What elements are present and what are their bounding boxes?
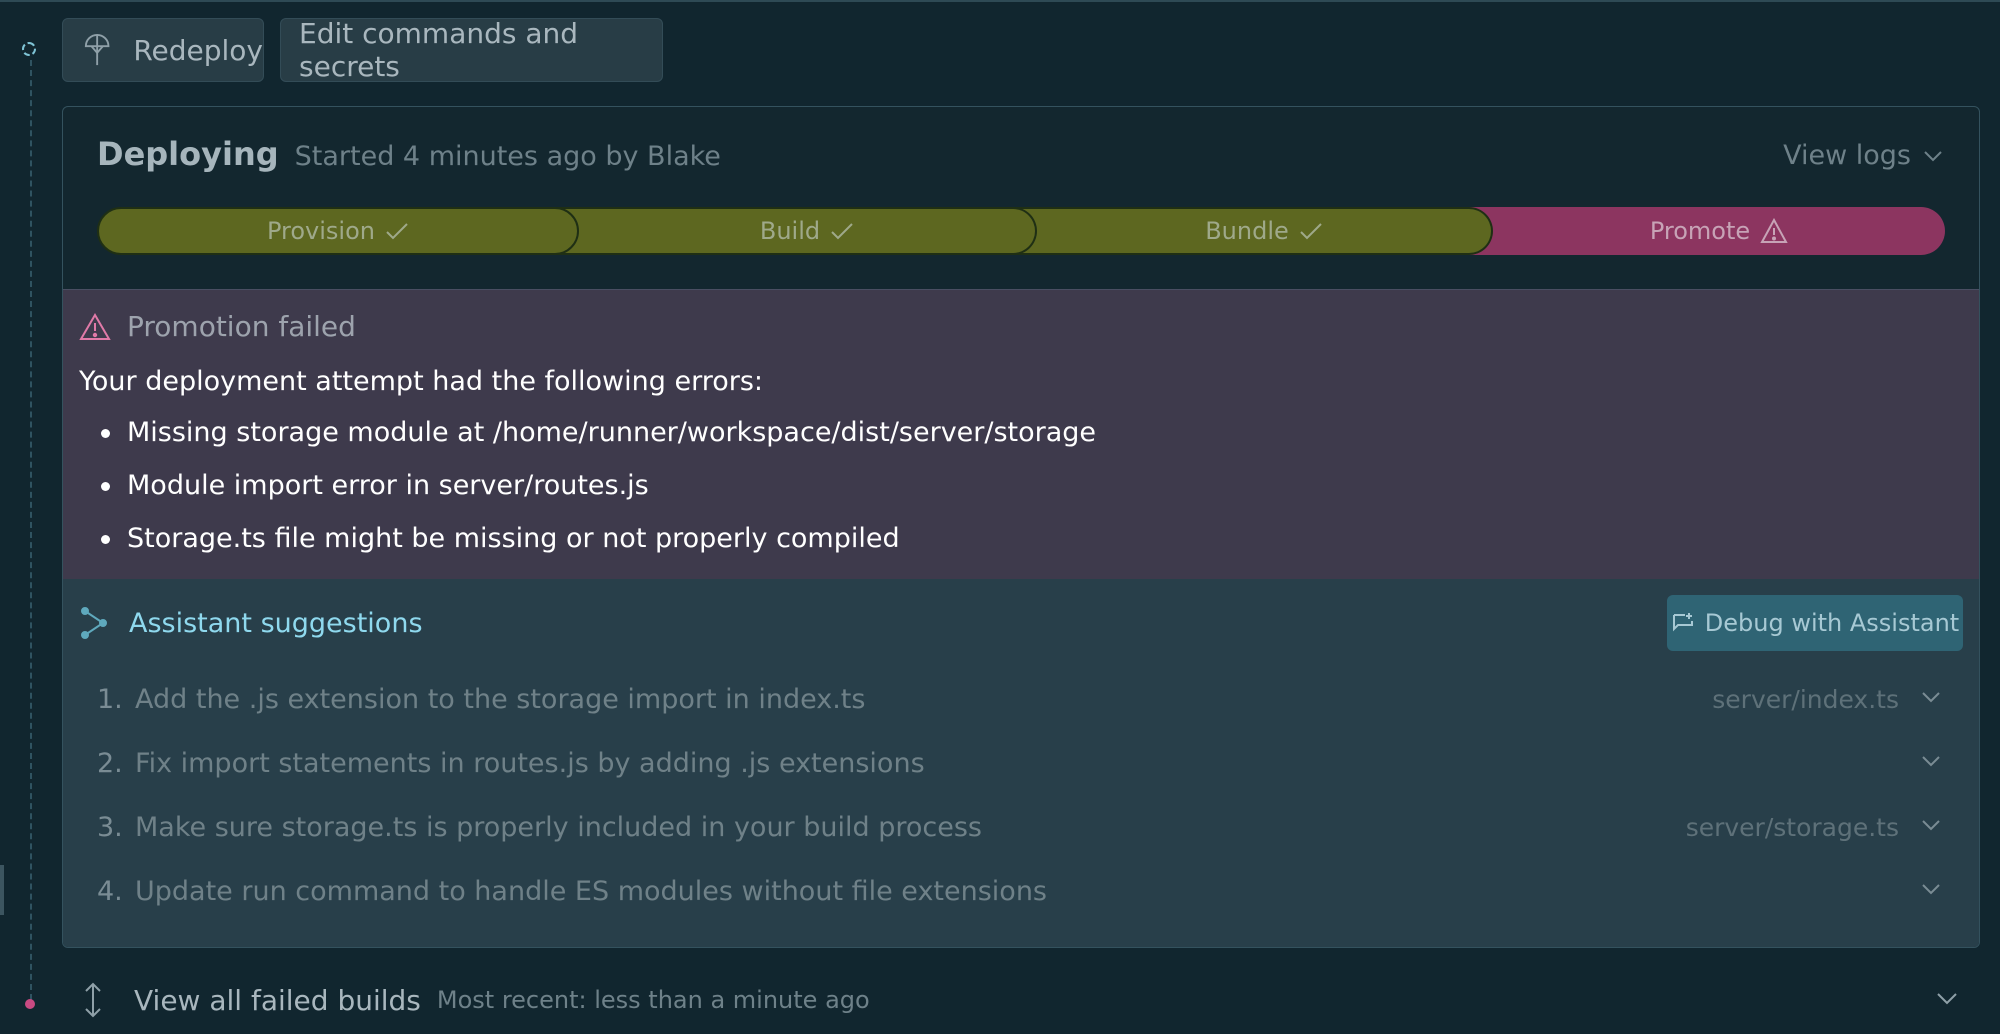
suggestion-list: 1. Add the .js extension to the storage … — [63, 667, 1979, 923]
assistant-header: Assistant suggestions — [81, 607, 423, 639]
error-item: Module import error in server/routes.js — [79, 467, 1096, 520]
deployment-status: Deploying — [97, 135, 279, 173]
timeline-pending-dot — [22, 42, 36, 56]
suggestion-text: Make sure storage.ts is properly include… — [135, 811, 982, 843]
assistant-suggestions-section: Assistant suggestions Debug with Assista… — [63, 579, 1979, 947]
assistant-icon — [81, 607, 107, 639]
failed-builds-title: View all failed builds — [134, 983, 421, 1017]
timeline-failed-dot — [25, 999, 35, 1009]
check-icon — [386, 223, 408, 240]
chevron-down-icon[interactable] — [1921, 819, 1941, 831]
debug-label: Debug with Assistant — [1704, 609, 1960, 637]
suggestion-number: 2. — [97, 747, 123, 779]
view-logs-label: View logs — [1783, 140, 1911, 171]
warning-icon — [79, 312, 111, 340]
suggestion-number: 3. — [97, 811, 123, 843]
suggestion-row[interactable]: 2. Fix import statements in routes.js by… — [63, 731, 1979, 795]
stage-label: Provision — [266, 217, 375, 245]
warning-icon — [1760, 218, 1788, 243]
edit-commands-button[interactable]: Edit commands and secrets — [280, 17, 663, 83]
left-scroll-indicator — [0, 865, 4, 915]
suggestion-text: Update run command to handle ES modules … — [135, 875, 1048, 907]
suggestion-file: server/index.ts — [1712, 684, 1899, 714]
view-logs-toggle[interactable]: View logs — [1783, 140, 1943, 171]
chevron-down-icon[interactable] — [1921, 883, 1941, 895]
error-item: Missing storage module at /home/runner/w… — [79, 414, 1096, 467]
chevron-down-icon — [1924, 150, 1942, 161]
stage-label: Build — [759, 217, 821, 245]
chevron-down-icon[interactable] — [1921, 691, 1941, 703]
failed-builds-subtitle: Most recent: less than a minute ago — [436, 986, 870, 1014]
chat-plus-icon — [1672, 613, 1693, 632]
failed-builds-toggle[interactable]: View all failed builds Most recent: less… — [80, 982, 870, 1018]
chevron-down-icon[interactable] — [1936, 992, 1958, 1006]
error-title: Promotion failed — [127, 310, 356, 343]
error-section: Promotion failed Your deployment attempt… — [63, 289, 1979, 580]
suggestion-number: 1. — [97, 683, 123, 715]
check-icon — [1300, 223, 1322, 240]
deployment-pipeline: Provision Build Bundle Promote — [97, 207, 1945, 255]
stage-label: Bundle — [1205, 217, 1289, 245]
stage-build: Build — [553, 207, 1037, 255]
suggestion-row[interactable]: 1. Add the .js extension to the storage … — [63, 667, 1979, 731]
deployment-panel: Deploying Started 4 minutes ago by Blake… — [62, 106, 1980, 948]
error-header: Promotion failed — [79, 310, 356, 343]
redeploy-label: Redeploy — [133, 33, 263, 67]
suggestion-file: server/storage.ts — [1685, 812, 1899, 842]
error-intro: Your deployment attempt had the followin… — [79, 366, 764, 397]
suggestion-text: Add the .js extension to the storage imp… — [135, 683, 866, 715]
deployment-header: Deploying Started 4 minutes ago by Blake — [97, 135, 721, 173]
check-icon — [831, 223, 853, 240]
top-divider — [0, 0, 2000, 2]
error-item: Storage.ts file might be missing or not … — [79, 520, 1096, 573]
chevron-down-icon[interactable] — [1921, 755, 1941, 767]
error-list: Missing storage module at /home/runner/w… — [79, 414, 1096, 573]
redeploy-icon — [84, 34, 110, 66]
stage-promote: Promote — [1467, 207, 1945, 255]
suggestion-number: 4. — [97, 875, 123, 907]
edit-commands-label: Edit commands and secrets — [299, 17, 579, 83]
suggestion-row[interactable]: 3. Make sure storage.ts is properly incl… — [63, 795, 1979, 859]
redeploy-button[interactable]: Redeploy — [62, 18, 264, 82]
expand-vertical-icon — [85, 982, 101, 1018]
stage-label: Promote — [1649, 217, 1751, 245]
timeline-line — [30, 60, 32, 1000]
suggestion-text: Fix import statements in routes.js by ad… — [135, 747, 925, 779]
stage-bundle: Bundle — [1011, 207, 1493, 255]
suggestion-row[interactable]: 4. Update run command to handle ES modul… — [63, 859, 1979, 923]
debug-with-assistant-button[interactable]: Debug with Assistant — [1667, 595, 1963, 651]
deployment-started: Started 4 minutes ago by Blake — [294, 141, 721, 172]
assistant-title: Assistant suggestions — [129, 607, 423, 639]
stage-provision: Provision — [97, 207, 579, 255]
